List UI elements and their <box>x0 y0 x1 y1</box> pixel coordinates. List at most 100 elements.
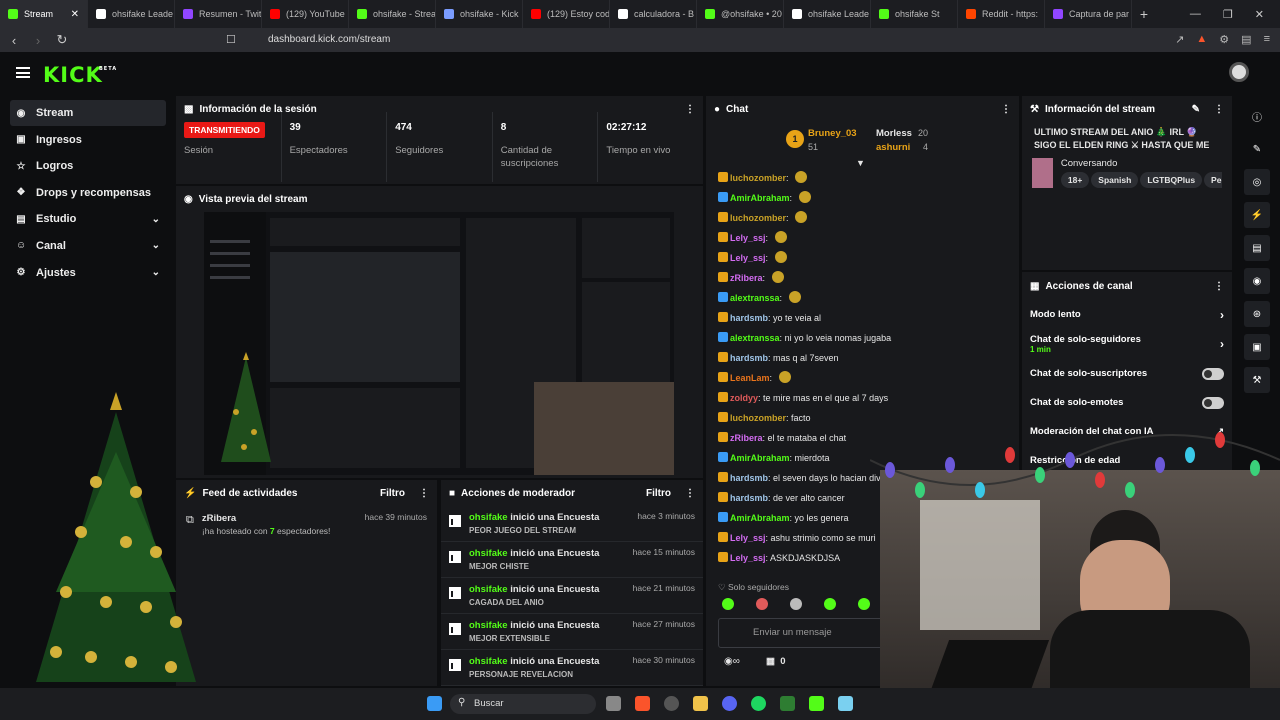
sidebar-item-logros[interactable]: ☆ Logros <box>10 153 166 179</box>
browser-tab[interactable]: ohsifake Leade <box>88 0 175 28</box>
kick-app-icon[interactable] <box>809 696 824 711</box>
stream-preview-video[interactable] <box>204 212 674 475</box>
avatar[interactable] <box>1229 62 1249 82</box>
sidebar-item-estudio[interactable]: ▤ Estudio ⌄ <box>10 206 166 232</box>
chat-username[interactable]: zRibera <box>730 433 763 443</box>
chat-username[interactable]: LeanLam <box>730 373 770 383</box>
settings-icon[interactable] <box>664 696 679 711</box>
mod-user[interactable]: ohsifake <box>469 620 508 631</box>
target-icon[interactable]: ◎ <box>1244 169 1270 195</box>
browser-tab[interactable]: @ohsifake • 20 <box>697 0 784 28</box>
emotes-chat-toggle[interactable] <box>1202 396 1224 409</box>
gift-counter[interactable]: ▦ 0 <box>766 656 786 667</box>
more-icon[interactable]: ⋮ <box>419 488 429 499</box>
browser-tab[interactable]: Resumen - Twit <box>175 0 262 28</box>
close-icon[interactable]: ✕ <box>71 9 79 20</box>
chat-username[interactable]: Lely_ssj <box>730 233 766 243</box>
sidebar-item-canal[interactable]: ☺ Canal ⌄ <box>10 233 166 259</box>
mod-user[interactable]: ohsifake <box>469 512 508 523</box>
new-tab-button[interactable]: + <box>1132 6 1156 22</box>
subs-chat-row[interactable]: Chat de solo-suscriptores <box>1022 359 1232 388</box>
more-icon[interactable]: ⋮ <box>685 488 695 499</box>
stream-tag[interactable]: Spanish <box>1091 172 1139 188</box>
browser-tab[interactable]: (129) Estoy cod <box>523 0 610 28</box>
chat-username[interactable]: AmirAbraham <box>730 453 790 463</box>
brave-icon[interactable] <box>635 696 650 711</box>
stream-tag[interactable]: Perú <box>1204 172 1222 188</box>
category-name[interactable]: Conversando <box>1061 158 1222 169</box>
top-gifter-name[interactable]: ashurni <box>876 142 910 153</box>
chat-username[interactable]: alextranssa <box>730 293 780 303</box>
browser-tab[interactable]: (129) YouTube <box>262 0 349 28</box>
browser-tab[interactable]: ohsifake - Strea <box>349 0 436 28</box>
mod-user[interactable]: ohsifake <box>469 584 508 595</box>
chat-username[interactable]: AmirAbraham <box>730 513 790 523</box>
kick-logo[interactable]: KICK BETA <box>43 63 116 87</box>
chat-username[interactable]: hardsmb <box>730 493 768 503</box>
windows-start-icon[interactable] <box>427 696 442 711</box>
more-icon[interactable]: ⋮ <box>1214 104 1224 115</box>
chat-username[interactable]: zRibera <box>730 273 763 283</box>
chat-username[interactable]: hardsmb <box>730 313 768 323</box>
notepad-icon[interactable] <box>838 696 853 711</box>
back-icon[interactable]: ‹ <box>4 33 24 48</box>
restore-icon[interactable]: ❐ <box>1223 8 1233 21</box>
mod-user[interactable]: ohsifake <box>469 548 508 559</box>
task-view-icon[interactable] <box>606 696 621 711</box>
file-explorer-icon[interactable] <box>693 696 708 711</box>
reload-icon[interactable]: ↻ <box>52 32 72 48</box>
pencil-icon[interactable]: ✎ <box>1192 104 1200 115</box>
hamburger-menu-icon[interactable] <box>16 67 30 78</box>
chat-username[interactable]: Lely_ssj <box>730 533 766 543</box>
chat-username[interactable]: Lely_ssj <box>730 553 766 563</box>
sidebar-icon[interactable]: ▤ <box>1241 33 1251 46</box>
wrench-icon[interactable]: ⚒ <box>1244 367 1270 393</box>
chat-username[interactable]: AmirAbraham <box>730 193 790 203</box>
chat-username[interactable]: alextranssa <box>730 333 780 343</box>
broadcast-icon[interactable]: ⊛ <box>1244 301 1270 327</box>
spotify-icon[interactable] <box>751 696 766 711</box>
chat-username[interactable]: zoldyy <box>730 393 758 403</box>
feed-user[interactable]: zRibera <box>202 512 331 525</box>
edit-icon[interactable]: ✎ <box>1244 136 1270 162</box>
emote-icon[interactable] <box>824 598 836 610</box>
menu-icon[interactable]: ≡ <box>1264 33 1270 46</box>
sidebar-item-ajustes[interactable]: ⚙ Ajustes ⌄ <box>10 260 166 286</box>
sidebar-item-stream[interactable]: ◉ Stream <box>10 100 166 126</box>
layers-icon[interactable]: ▣ <box>1244 334 1270 360</box>
chat-username[interactable]: Lely_ssj <box>730 253 766 263</box>
document-icon[interactable]: ▤ <box>1244 235 1270 261</box>
chat-username[interactable]: luchozomber <box>730 173 786 183</box>
chat-username[interactable]: hardsmb <box>730 473 768 483</box>
more-icon[interactable]: ⋮ <box>1214 281 1224 292</box>
emotes-chat-row[interactable]: Chat de solo-emotes <box>1022 388 1232 417</box>
expand-icon[interactable]: ▼ <box>856 158 865 168</box>
emote-icon[interactable] <box>790 598 802 610</box>
taskbar-search[interactable]: Buscar <box>450 694 596 714</box>
stream-tag[interactable]: 18+ <box>1060 172 1090 188</box>
notes-icon[interactable] <box>780 696 795 711</box>
mod-user[interactable]: ohsifake <box>469 656 508 667</box>
share-icon[interactable]: ↗ <box>1175 33 1184 46</box>
url-field[interactable]: dashboard.kick.com/stream <box>268 34 390 45</box>
top-gifter-name[interactable]: Morless <box>876 128 912 139</box>
forward-icon[interactable]: › <box>28 33 48 48</box>
chat-settings[interactable]: ◉∞ <box>724 656 740 667</box>
browser-tab[interactable]: Captura de par <box>1045 0 1132 28</box>
close-window-icon[interactable]: ✕ <box>1255 8 1264 21</box>
minimize-icon[interactable]: — <box>1190 8 1201 21</box>
info-icon[interactable]: ⓘ <box>1244 103 1270 129</box>
discord-icon[interactable] <box>722 696 737 711</box>
followers-chat-row[interactable]: Chat de solo-seguidores 1 min › <box>1022 329 1232 359</box>
chat-username[interactable]: luchozomber <box>730 213 786 223</box>
chat-username[interactable]: luchozomber <box>730 413 786 423</box>
sidebar-item-ingresos[interactable]: ▣ Ingresos <box>10 127 166 153</box>
stream-tag[interactable]: LGTBQPlus <box>1140 172 1203 188</box>
bolt-icon[interactable]: ⚡ <box>1244 202 1270 228</box>
browser-tab[interactable]: Reddit - https: <box>958 0 1045 28</box>
emote-icon[interactable] <box>756 598 768 610</box>
chat-username[interactable]: hardsmb <box>730 353 768 363</box>
top-gifter-name[interactable]: Bruney_03 <box>808 128 857 139</box>
brave-shield-icon[interactable]: ▲ <box>1196 33 1207 46</box>
browser-tab[interactable]: calculadora - B <box>610 0 697 28</box>
